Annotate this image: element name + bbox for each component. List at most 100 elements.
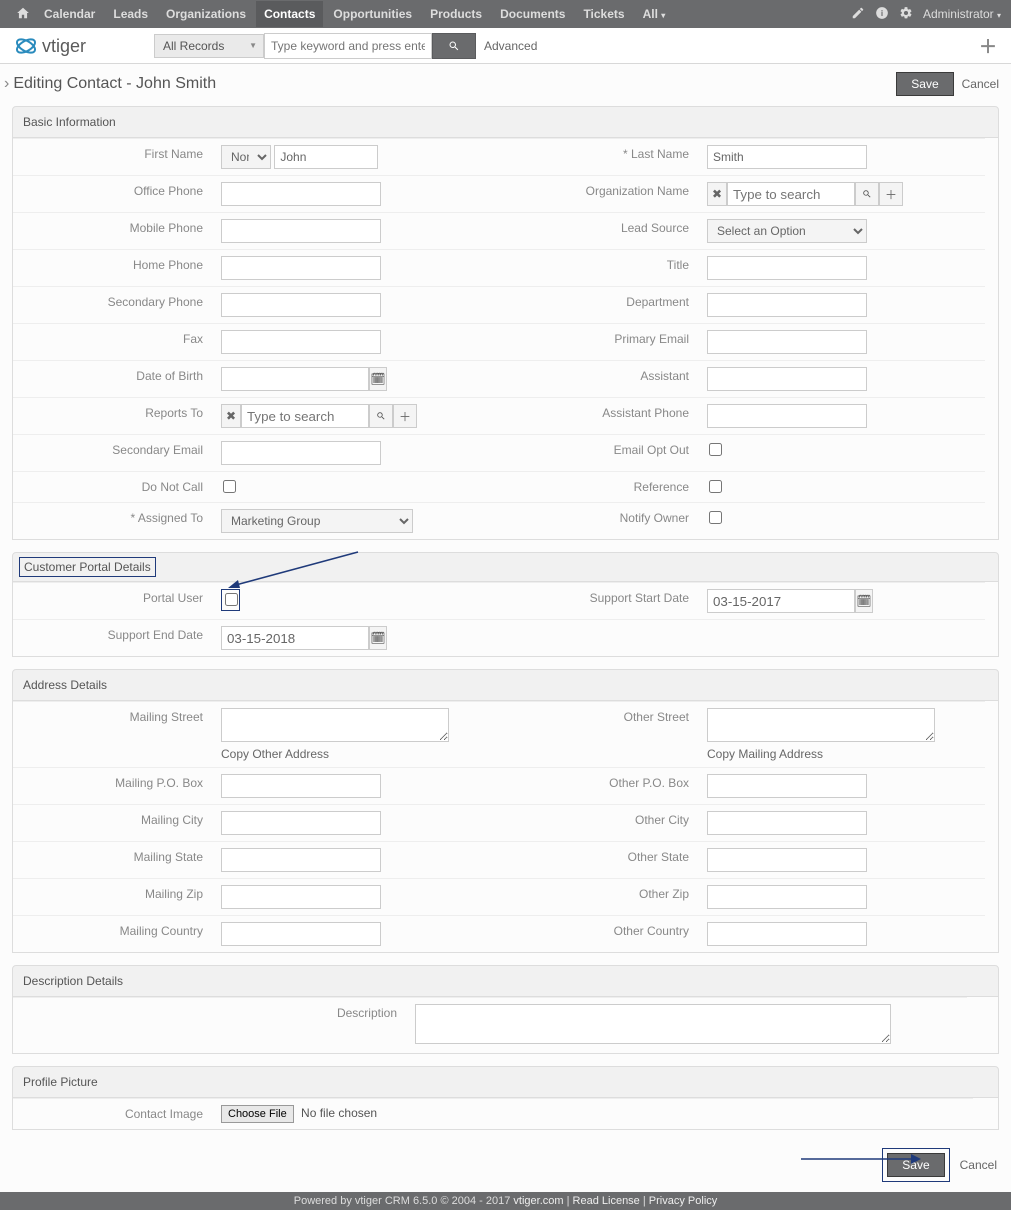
support-end-input[interactable] <box>221 626 369 650</box>
label-lead-source: Lead Source <box>499 212 699 249</box>
m-state-input[interactable] <box>221 848 381 872</box>
dob-input[interactable] <box>221 367 369 391</box>
logo[interactable]: vtiger <box>14 34 118 58</box>
label-support-start: Support Start Date <box>499 582 699 619</box>
info-icon[interactable]: i <box>875 6 889 23</box>
reports-search-icon[interactable] <box>369 404 393 428</box>
basic-info-header: Basic Information <box>12 106 999 138</box>
advanced-search-link[interactable]: Advanced <box>484 39 537 53</box>
nav-calendar[interactable]: Calendar <box>36 1 103 27</box>
assigned-to-select[interactable]: Marketing Group <box>221 509 413 533</box>
label-o-city: Other City <box>499 804 699 841</box>
copy-other-link[interactable]: Copy Other Address <box>221 747 491 761</box>
copy-mail-link[interactable]: Copy Mailing Address <box>707 747 977 761</box>
o-zip-input[interactable] <box>707 885 867 909</box>
nav-documents[interactable]: Documents <box>492 1 573 27</box>
email-opt-checkbox[interactable] <box>709 443 722 456</box>
expand-sidebar-icon[interactable]: › <box>4 75 9 93</box>
notify-owner-checkbox[interactable] <box>709 511 722 524</box>
global-search-input[interactable] <box>264 33 432 59</box>
description-input[interactable] <box>415 1004 891 1044</box>
sec-phone-input[interactable] <box>221 293 381 317</box>
global-search-button[interactable] <box>432 33 476 59</box>
label-first-name: First Name <box>13 138 213 175</box>
desc-block: Description Details Description <box>12 965 999 1054</box>
nav-products[interactable]: Products <box>422 1 490 27</box>
last-name-input[interactable] <box>707 145 867 169</box>
home-icon[interactable] <box>16 6 30 23</box>
o-state-input[interactable] <box>707 848 867 872</box>
label-assigned-to: * Assigned To <box>13 502 213 539</box>
primary-email-input[interactable] <box>707 330 867 354</box>
label-department: Department <box>499 286 699 323</box>
dob-calendar-icon[interactable]: 🗓 <box>369 367 387 391</box>
reports-clear-icon[interactable]: ✖ <box>221 404 241 428</box>
first-name-input[interactable] <box>274 145 378 169</box>
pencil-icon[interactable] <box>851 6 865 23</box>
admin-menu[interactable]: Administrator ▾ <box>923 7 1001 21</box>
footer-text: Powered by vtiger CRM 6.5.0 © 2004 - 201… <box>294 1195 514 1207</box>
basic-info-block: Basic Information First Name None * Last… <box>12 106 999 540</box>
o-street-input[interactable] <box>707 708 935 742</box>
m-street-input[interactable] <box>221 708 449 742</box>
cancel-link-top[interactable]: Cancel <box>962 77 999 91</box>
footer-actions: Save Cancel <box>0 1142 1011 1192</box>
org-search-icon[interactable] <box>855 182 879 206</box>
assistant-phone-input[interactable] <box>707 404 867 428</box>
reports-to-input[interactable] <box>241 404 369 428</box>
label-sec-email: Secondary Email <box>13 434 213 471</box>
title-input[interactable] <box>707 256 867 280</box>
save-button-top[interactable]: Save <box>896 72 953 96</box>
sec-email-input[interactable] <box>221 441 381 465</box>
nav-organizations[interactable]: Organizations <box>158 1 254 27</box>
label-contact-image: Contact Image <box>13 1098 213 1129</box>
nav-contacts[interactable]: Contacts <box>256 1 323 27</box>
site-footer: Powered by vtiger CRM 6.5.0 © 2004 - 201… <box>0 1192 1011 1210</box>
portal-block: Customer Portal Details Portal User Supp… <box>12 552 999 657</box>
salutation-select[interactable]: None <box>221 145 271 169</box>
label-dob: Date of Birth <box>13 360 213 397</box>
nav-opportunities[interactable]: Opportunities <box>325 1 420 27</box>
office-phone-input[interactable] <box>221 182 381 206</box>
records-filter[interactable]: All Records <box>154 34 264 58</box>
mobile-phone-input[interactable] <box>221 219 381 243</box>
o-city-input[interactable] <box>707 811 867 835</box>
m-city-input[interactable] <box>221 811 381 835</box>
label-dnc: Do Not Call <box>13 471 213 502</box>
footer-link-license[interactable]: Read License <box>573 1195 640 1207</box>
org-add-icon[interactable]: ＋ <box>879 182 903 206</box>
save-button-bottom[interactable]: Save <box>887 1153 944 1177</box>
reference-checkbox[interactable] <box>709 480 722 493</box>
nav-leads[interactable]: Leads <box>105 1 156 27</box>
support-start-input[interactable] <box>707 589 855 613</box>
m-zip-input[interactable] <box>221 885 381 909</box>
cancel-link-bottom[interactable]: Cancel <box>960 1158 997 1172</box>
portal-user-checkbox[interactable] <box>225 593 238 606</box>
org-clear-icon[interactable]: ✖ <box>707 182 727 206</box>
label-m-country: Mailing Country <box>13 915 213 952</box>
lead-source-select[interactable]: Select an Option <box>707 219 867 243</box>
footer-link-privacy[interactable]: Privacy Policy <box>649 1195 717 1207</box>
department-input[interactable] <box>707 293 867 317</box>
nav-tickets[interactable]: Tickets <box>575 1 632 27</box>
quick-create-icon[interactable]: ＋ <box>979 33 997 59</box>
assistant-input[interactable] <box>707 367 867 391</box>
nav-all[interactable]: All ▾ <box>635 1 674 27</box>
support-start-cal-icon[interactable]: 🗓 <box>855 589 873 613</box>
label-support-end: Support End Date <box>13 619 213 656</box>
support-end-cal-icon[interactable]: 🗓 <box>369 626 387 650</box>
dnc-checkbox[interactable] <box>223 480 236 493</box>
footer-link-vtiger[interactable]: vtiger.com <box>513 1195 563 1207</box>
gear-icon[interactable] <box>899 6 913 23</box>
pic-header: Profile Picture <box>12 1066 999 1098</box>
m-po-input[interactable] <box>221 774 381 798</box>
topnav: Calendar Leads Organizations Contacts Op… <box>36 1 851 27</box>
org-name-input[interactable] <box>727 182 855 206</box>
choose-file-button[interactable]: Choose File <box>221 1105 294 1123</box>
home-phone-input[interactable] <box>221 256 381 280</box>
m-country-input[interactable] <box>221 922 381 946</box>
o-po-input[interactable] <box>707 774 867 798</box>
fax-input[interactable] <box>221 330 381 354</box>
o-country-input[interactable] <box>707 922 867 946</box>
reports-add-icon[interactable]: ＋ <box>393 404 417 428</box>
